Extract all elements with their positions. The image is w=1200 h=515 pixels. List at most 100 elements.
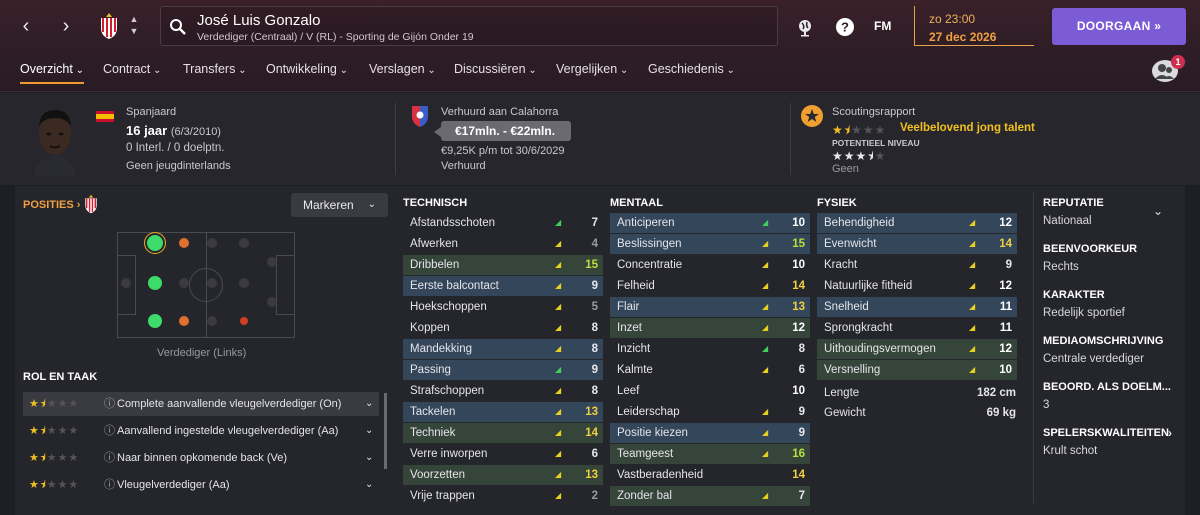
detail-heading: REPUTATIE (1043, 197, 1104, 209)
tab-overzicht[interactable]: Overzicht ⌄ (20, 62, 84, 76)
attribute-row[interactable]: Koppen ◢ 8 (403, 318, 603, 338)
loan-label[interactable]: Verhuurd aan Calahorra (441, 106, 558, 118)
roles-scrollbar[interactable] (384, 393, 387, 469)
attribute-name: Uithoudingsvermogen (824, 343, 936, 355)
help-icon[interactable]: ? (835, 17, 855, 37)
continue-button[interactable]: DOORGAAN » (1052, 8, 1186, 45)
attribute-row[interactable]: Versnelling ◢ 10 (817, 360, 1017, 380)
attribute-row[interactable]: Hoekschoppen ◢ 5 (403, 297, 603, 317)
club-crest-icon[interactable] (98, 12, 120, 40)
globe-icon[interactable] (795, 17, 815, 37)
chevron-down-icon[interactable]: ⌄ (365, 419, 373, 443)
search-box[interactable]: José Luis Gonzalo Verdediger (Centraal) … (160, 6, 778, 46)
attribute-row[interactable]: Concentratie ◢ 10 (610, 255, 810, 275)
attribute-name: Afwerken (410, 238, 458, 250)
date-display[interactable]: zo 23:00 27 dec 2026 (914, 6, 1034, 46)
tab-vergelijken[interactable]: Vergelijken ⌄ (556, 62, 628, 76)
loan-club-crest-icon[interactable] (410, 104, 430, 128)
attribute-value: 14 (792, 280, 805, 292)
attribute-row[interactable]: Vastberadenheid 14 (610, 465, 810, 485)
value-pointer (434, 127, 441, 137)
attribute-value: 7 (798, 490, 805, 502)
info-icon[interactable]: ⓘ (104, 419, 115, 443)
attribute-row[interactable]: Strafschoppen ◢ 8 (403, 381, 603, 401)
scout-label[interactable]: Scoutingsrapport (832, 106, 915, 118)
attribute-row[interactable]: Leef 10 (610, 381, 810, 401)
attribute-value: 9 (1005, 259, 1012, 271)
attribute-row[interactable]: Inzet ◢ 12 (610, 318, 810, 338)
attribute-row[interactable]: Leiderschap ◢ 9 (610, 402, 810, 422)
trend-arrow-icon: ◢ (762, 323, 769, 332)
attribute-row[interactable]: Eerste balcontact ◢ 9 (403, 276, 603, 296)
tab-ontwikkeling[interactable]: Ontwikkeling ⌄ (266, 62, 348, 76)
attribute-row[interactable]: Flair ◢ 13 (610, 297, 810, 317)
attribute-row[interactable]: Verre inworpen ◢ 6 (403, 444, 603, 464)
attribute-row[interactable]: Sprongkracht ◢ 11 (817, 318, 1017, 338)
attribute-row[interactable]: Techniek ◢ 14 (403, 423, 603, 443)
attribute-row[interactable]: Kracht ◢ 9 (817, 255, 1017, 275)
attribute-value: 16 (792, 448, 805, 460)
chevron-down-icon[interactable]: ⌄ (365, 392, 373, 416)
attribute-row[interactable]: Inzicht ◢ 8 (610, 339, 810, 359)
attribute-row[interactable]: Afstandsschoten ◢ 7 (403, 213, 603, 233)
forward-arrow-icon[interactable]: › (56, 16, 76, 36)
tab-verslagen[interactable]: Verslagen ⌄ (369, 62, 436, 76)
attribute-row[interactable]: Evenwicht ◢ 14 (817, 234, 1017, 254)
attribute-row[interactable]: Uithoudingsvermogen ◢ 12 (817, 339, 1017, 359)
role-item[interactable]: ★⯨★★★ ⓘ Naar binnen opkomende back (Ve) ⌄ (23, 446, 379, 470)
attribute-row[interactable]: Teamgeest ◢ 16 (610, 444, 810, 464)
position-dot (207, 316, 217, 326)
physical-heading: FYSIEK (817, 197, 857, 209)
attribute-value: 8 (591, 343, 598, 355)
attribute-row[interactable]: Afwerken ◢ 4 (403, 234, 603, 254)
attribute-row[interactable]: Zonder bal ◢ 7 (610, 486, 810, 506)
chevron-down-icon[interactable]: ⌄ (365, 446, 373, 470)
info-icon[interactable]: ⓘ (104, 392, 115, 416)
back-arrow-icon[interactable]: ‹ (16, 16, 36, 36)
attribute-row[interactable]: Positie kiezen ◢ 9 (610, 423, 810, 443)
tab-transfers[interactable]: Transfers ⌄ (183, 62, 247, 76)
attribute-row[interactable]: Tackelen ◢ 13 (403, 402, 603, 422)
chevron-down-icon: ⌄ (367, 199, 376, 210)
attribute-row[interactable]: Vrije trappen ◢ 2 (403, 486, 603, 506)
trend-arrow-icon: ◢ (969, 239, 976, 248)
positions-heading[interactable]: POSITIES › (23, 199, 80, 211)
info-icon[interactable]: ⓘ (104, 473, 115, 497)
attribute-value: 9 (798, 406, 805, 418)
chevron-down-icon: ⌄ (617, 65, 629, 76)
attribute-row[interactable]: Natuurlijke fitheid ◢ 12 (817, 276, 1017, 296)
tab-contract[interactable]: Contract ⌄ (103, 62, 161, 76)
attribute-name: Teamgeest (617, 448, 674, 460)
trend-arrow-icon: ◢ (762, 491, 769, 500)
fm-button[interactable]: FM (874, 19, 891, 33)
attribute-row[interactable]: Behendigheid ◢ 12 (817, 213, 1017, 233)
attribute-row[interactable]: Kalmte ◢ 6 (610, 360, 810, 380)
trend-arrow-icon: ◢ (762, 302, 769, 311)
switch-player-icon[interactable]: ▲ ▼ (128, 13, 140, 37)
role-item[interactable]: ★⯨★★★ ⓘ Vleugelverdediger (Aa) ⌄ (23, 473, 379, 497)
chevron-down-icon[interactable]: ⌄ (1153, 204, 1163, 218)
tab-geschiedenis[interactable]: Geschiedenis ⌄ (648, 62, 735, 76)
attribute-row[interactable]: Snelheid ◢ 11 (817, 297, 1017, 317)
attribute-value: 6 (798, 364, 805, 376)
attribute-value: 7 (591, 217, 598, 229)
mental-heading: MENTAAL (610, 197, 663, 209)
attribute-row[interactable]: Anticiperen ◢ 10 (610, 213, 810, 233)
tab-discussiëren[interactable]: Discussiëren ⌄ (454, 62, 537, 76)
attribute-row[interactable]: Passing ◢ 9 (403, 360, 603, 380)
info-icon[interactable]: ⓘ (104, 446, 115, 470)
role-item[interactable]: ★⯨★★★ ⓘ Aanvallend ingestelde vleugelverde… (23, 419, 379, 443)
attribute-row[interactable]: Felheid ◢ 14 (610, 276, 810, 296)
attribute-row[interactable]: Dribbelen ◢ 15 (403, 255, 603, 275)
role-stars: ★⯨★★★ (29, 479, 80, 491)
attribute-row[interactable]: Voorzetten ◢ 13 (403, 465, 603, 485)
attribute-row[interactable]: Beslissingen ◢ 15 (610, 234, 810, 254)
trend-arrow-icon: ◢ (762, 260, 769, 269)
trend-arrow-icon: ◢ (555, 386, 562, 395)
attribute-name: Beslissingen (617, 238, 682, 250)
highlight-dropdown[interactable]: Markeren ⌄ (291, 193, 388, 217)
chevron-down-icon[interactable]: ⌄ (365, 473, 373, 497)
chevron-right-icon[interactable]: › (1168, 426, 1172, 440)
role-item[interactable]: ★⯨★★★ ⓘ Complete aanvallende vleugelverded… (23, 392, 379, 416)
attribute-row[interactable]: Mandekking ◢ 8 (403, 339, 603, 359)
